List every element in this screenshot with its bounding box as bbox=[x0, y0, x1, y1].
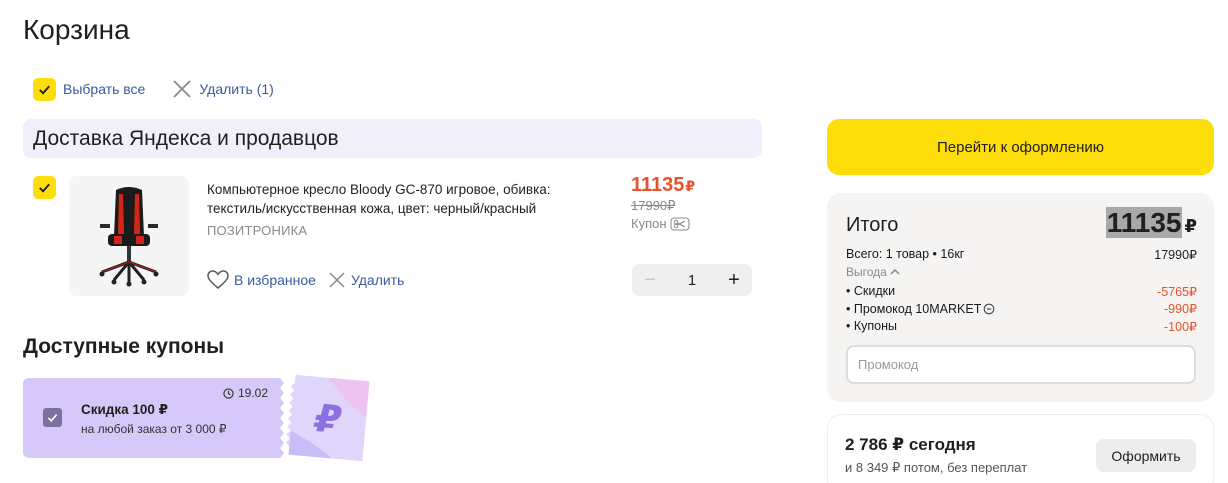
chevron-up-icon bbox=[890, 268, 900, 275]
quantity-decrease-button[interactable]: − bbox=[642, 269, 658, 292]
coupon-tag: Купон bbox=[631, 216, 690, 231]
item-price-value: 11135 bbox=[631, 174, 685, 196]
item-price-currency: ₽ bbox=[685, 178, 696, 194]
remove-item-label: Удалить bbox=[350, 272, 405, 288]
split-today-amount: 2 786 ₽ сегодня bbox=[845, 435, 976, 454]
summary-coupons-value: -100₽ bbox=[1164, 320, 1197, 334]
page-title: Корзина bbox=[23, 14, 130, 45]
cart-page: Корзина Выбрать все Удалить (1) Доставка… bbox=[0, 0, 1228, 483]
coupon-tag-label: Купон bbox=[631, 216, 667, 231]
summary-items-value: 17990₽ bbox=[1154, 248, 1197, 262]
split-later-amount: и 8 349 ₽ потом, без переплат bbox=[845, 460, 1028, 475]
summary-total-value: 11135 bbox=[1105, 207, 1183, 238]
check-icon bbox=[39, 183, 50, 193]
summary-coupons-row: • Купоны -100₽ bbox=[846, 319, 1197, 334]
order-summary: Итого 11135 ₽ Всего: 1 товар • 16кг 17990… bbox=[827, 193, 1214, 402]
clock-icon bbox=[223, 387, 234, 399]
quantity-stepper: − 1 + bbox=[632, 264, 752, 296]
summary-title: Итого bbox=[846, 214, 899, 236]
summary-discount-label: • Скидки bbox=[846, 284, 896, 298]
split-payment-card: 2 786 ₽ сегодня и 8 349 ₽ потом, без пер… bbox=[827, 414, 1214, 483]
promo-ruble-glyph: ₽ bbox=[312, 396, 344, 442]
close-icon bbox=[329, 272, 345, 288]
summary-total: 11135 ₽ bbox=[1105, 207, 1197, 239]
coupon-expiry: 19.02 bbox=[223, 386, 268, 400]
select-all-checkbox[interactable] bbox=[33, 77, 56, 101]
coupon-promo-badge[interactable]: ₽ bbox=[286, 374, 372, 462]
scissors-ticket-icon bbox=[670, 217, 690, 230]
delivery-group-header: Доставка Яндекса и продавцов bbox=[23, 119, 762, 158]
summary-items-label: Всего: 1 товар • 16кг bbox=[846, 247, 965, 261]
summary-discount-row: • Скидки -5765₽ bbox=[846, 284, 1197, 299]
item-price: 11135₽ bbox=[631, 174, 695, 197]
summary-discount-value: -5765₽ bbox=[1157, 285, 1197, 299]
delete-selected-label: Удалить (1) bbox=[199, 81, 274, 97]
item-old-price: 17990₽ bbox=[631, 198, 676, 213]
promocode-input[interactable] bbox=[846, 345, 1196, 384]
quantity-value: 1 bbox=[687, 271, 697, 289]
close-icon bbox=[173, 80, 191, 98]
summary-total-currency: ₽ bbox=[1184, 216, 1197, 236]
add-to-favorites-button[interactable]: В избранное bbox=[207, 270, 316, 290]
seller-name[interactable]: ПОЗИТРОНИКА bbox=[207, 223, 307, 238]
quantity-increase-button[interactable]: + bbox=[726, 269, 742, 292]
product-image[interactable] bbox=[69, 176, 189, 296]
item-actions: В избранное Удалить bbox=[207, 270, 404, 290]
coupon-condition: на любой заказ от 3 000 ₽ bbox=[81, 422, 227, 436]
coupon-card[interactable]: 19.02 Скидка 100 ₽ на любой заказ от 3 0… bbox=[23, 378, 284, 458]
summary-coupons-label: • Купоны bbox=[846, 319, 897, 333]
summary-promocode-label: • Промокод 10MARKET bbox=[846, 301, 982, 316]
check-icon bbox=[39, 85, 50, 95]
coupon-expiry-date: 19.02 bbox=[237, 386, 268, 400]
benefit-label: Выгода bbox=[846, 265, 887, 279]
heart-icon bbox=[207, 270, 229, 289]
gaming-chair-image bbox=[99, 187, 159, 287]
check-icon bbox=[47, 414, 58, 422]
summary-promocode-value: -990₽ bbox=[1164, 302, 1197, 316]
product-name[interactable]: Компьютерное кресло Bloody GC-870 игрово… bbox=[207, 180, 587, 218]
benefit-toggle[interactable]: Выгода bbox=[846, 265, 900, 279]
coupon-edge bbox=[276, 378, 284, 458]
summary-promocode-row: • Промокод 10MARKET -990₽ bbox=[846, 301, 1197, 317]
remove-item-button[interactable]: Удалить bbox=[328, 271, 404, 289]
delete-selected-button[interactable]: Удалить (1) bbox=[171, 78, 274, 100]
summary-promocode-label-wrap: • Промокод 10MARKET bbox=[846, 301, 995, 316]
add-to-favorites-label: В избранное bbox=[234, 272, 316, 288]
summary-items-row: Всего: 1 товар • 16кг 17990₽ bbox=[846, 247, 1197, 262]
select-all-link[interactable]: Выбрать все bbox=[63, 81, 145, 97]
coupons-title: Доступные купоны bbox=[23, 335, 225, 358]
remove-promocode-icon[interactable] bbox=[983, 303, 995, 315]
item-checkbox[interactable] bbox=[33, 176, 56, 199]
coupon-checkbox[interactable] bbox=[43, 408, 62, 427]
checkout-button[interactable]: Перейти к оформлению bbox=[827, 119, 1214, 175]
split-checkout-button[interactable]: Оформить bbox=[1096, 439, 1196, 472]
cart-toolbar: Выбрать все Удалить (1) bbox=[33, 76, 274, 102]
coupon-title: Скидка 100 ₽ bbox=[81, 402, 169, 417]
